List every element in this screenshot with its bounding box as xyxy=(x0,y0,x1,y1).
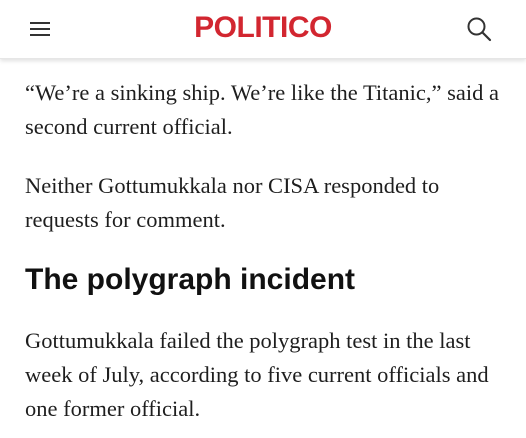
politico-logo[interactable]: POLITICO xyxy=(0,11,526,45)
section-subheading: The polygraph incident xyxy=(25,263,356,296)
article-paragraph: Gottumukkala failed the polygraph test i… xyxy=(25,328,489,421)
article-paragraph: Neither Gottumukkala nor CISA responded … xyxy=(25,173,440,232)
article-paragraph: “We’re a sinking ship. We’re like the Ti… xyxy=(25,80,499,139)
site-header: POLITICO xyxy=(0,0,526,59)
search-icon[interactable] xyxy=(466,16,492,42)
